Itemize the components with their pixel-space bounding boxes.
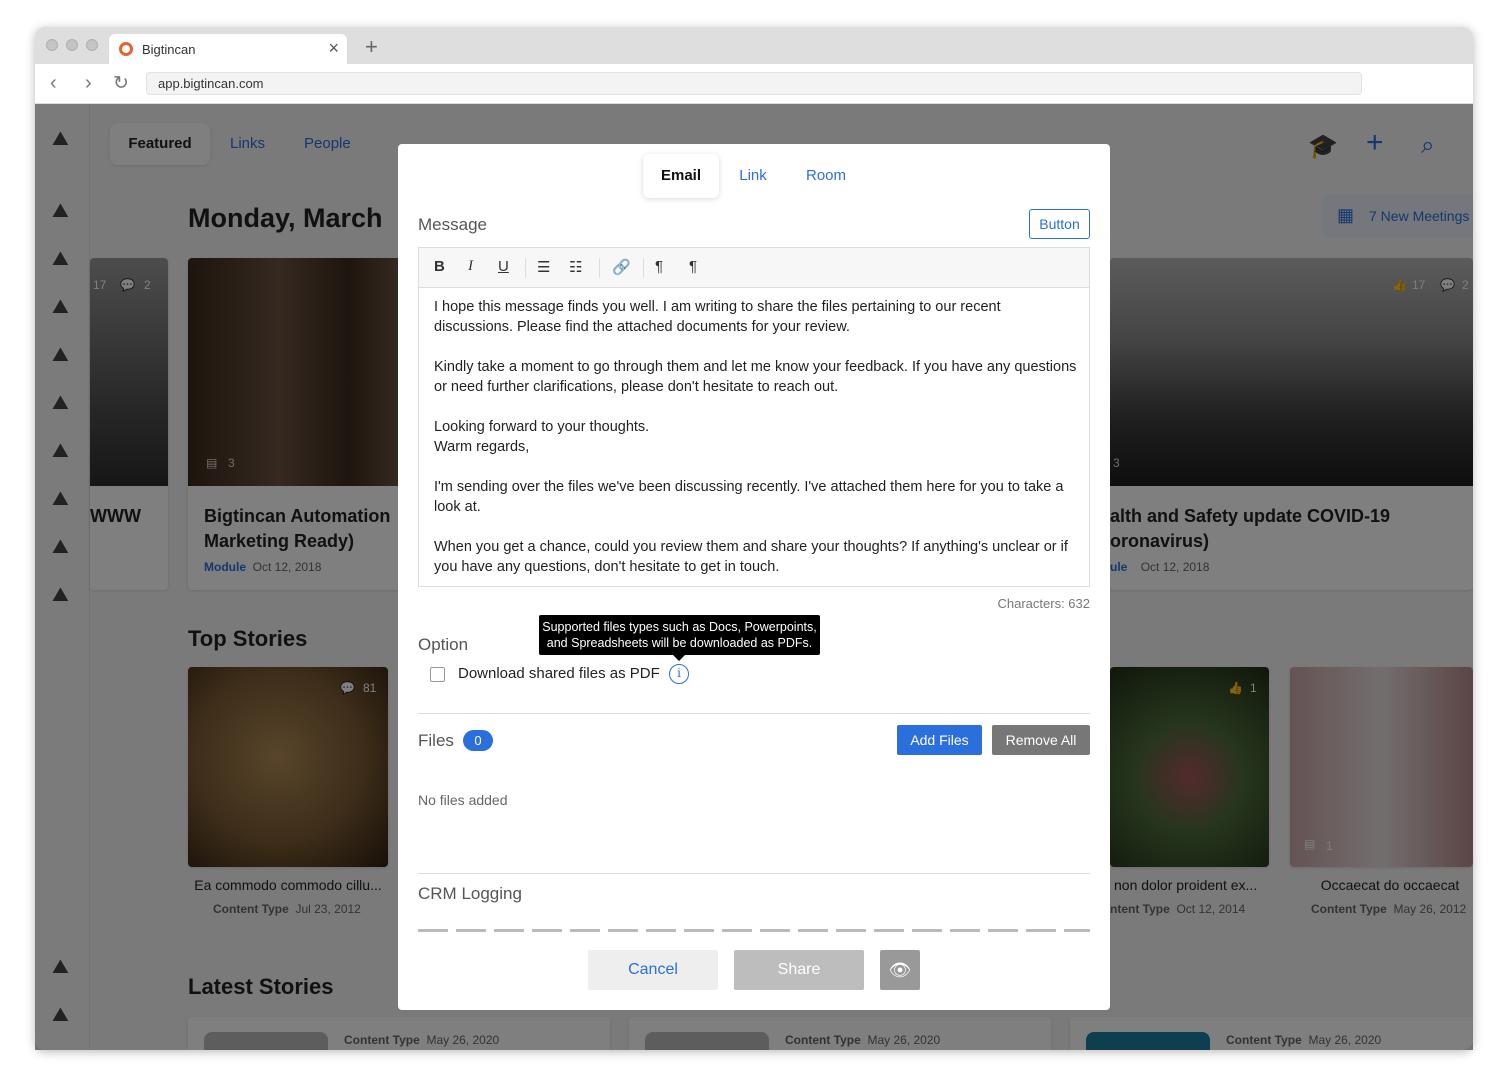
- browser-tabstrip: Bigtincan × +: [35, 27, 1473, 64]
- template-button[interactable]: Button: [1029, 209, 1090, 239]
- tab-room[interactable]: Room: [798, 154, 854, 198]
- info-icon[interactable]: i: [669, 664, 689, 684]
- editor-toolbar: B I U ☰ ☷ 🔗 ¶ ¶: [419, 248, 1089, 288]
- message-body[interactable]: I hope this message finds you well. I am…: [434, 297, 1079, 597]
- remove-all-button[interactable]: Remove All: [992, 725, 1090, 755]
- tab-title: Bigtincan: [142, 41, 196, 57]
- pdf-checkbox[interactable]: [430, 667, 445, 682]
- message-paragraph: I'm sending over the files we've been di…: [434, 479, 1064, 515]
- rtl-paragraph-icon[interactable]: ¶: [689, 258, 697, 275]
- reload-icon[interactable]: ↻: [113, 72, 129, 95]
- no-files-text: No files added: [418, 792, 508, 808]
- underline-button[interactable]: U: [498, 258, 509, 275]
- toolbar-divider: [643, 258, 644, 278]
- numbered-list-icon[interactable]: ☷: [569, 258, 582, 276]
- forward-icon[interactable]: ›: [85, 72, 92, 95]
- add-files-button[interactable]: Add Files: [897, 725, 982, 755]
- cancel-button[interactable]: Cancel: [588, 950, 718, 990]
- address-bar[interactable]: app.bigtincan.com: [146, 72, 1362, 95]
- option-label: Option: [418, 635, 469, 654]
- browser-tab[interactable]: Bigtincan ×: [109, 34, 347, 64]
- message-line: Looking forward to your thoughts.: [434, 419, 650, 435]
- window-minimize-dot[interactable]: [66, 39, 78, 51]
- share-modal: Email Link Room Message Button B I U ☰ ☷…: [398, 144, 1110, 1010]
- character-count: Characters: 632: [997, 596, 1091, 611]
- back-icon[interactable]: ‹: [50, 72, 57, 95]
- tab-email[interactable]: Email: [643, 154, 719, 198]
- bigtincan-favicon-icon: [119, 42, 133, 56]
- pdf-tooltip: Supported files types such as Docs, Powe…: [539, 615, 820, 661]
- files-label: Files: [418, 731, 454, 750]
- divider: [418, 713, 1090, 714]
- message-paragraph: I hope this message finds you well. I am…: [434, 299, 1001, 335]
- message-paragraph: When you get a chance, could you review …: [434, 539, 1068, 575]
- bold-button[interactable]: B: [434, 258, 445, 275]
- pdf-checkbox-label[interactable]: Download shared files as PDF: [458, 665, 660, 682]
- browser-toolbar: ‹ › ↻ app.bigtincan.com: [35, 64, 1473, 104]
- new-tab-icon[interactable]: +: [365, 34, 378, 60]
- tab-link[interactable]: Link: [728, 154, 778, 198]
- preview-eye-icon[interactable]: 👁: [880, 950, 920, 990]
- crm-logging-description: [418, 926, 1090, 932]
- share-button[interactable]: Share: [734, 950, 864, 990]
- italic-button[interactable]: I: [468, 258, 473, 275]
- message-label: Message: [418, 215, 487, 234]
- window-close-dot[interactable]: [46, 39, 58, 51]
- toolbar-divider: [525, 258, 526, 278]
- tab-close-icon[interactable]: ×: [328, 38, 339, 59]
- message-editor[interactable]: B I U ☰ ☷ 🔗 ¶ ¶ I hope this message find…: [418, 247, 1090, 587]
- message-paragraph: Kindly take a moment to go through them …: [434, 359, 1077, 395]
- link-icon[interactable]: 🔗: [612, 258, 631, 276]
- window-zoom-dot[interactable]: [86, 39, 98, 51]
- files-count-badge: 0: [463, 730, 493, 751]
- bullet-list-icon[interactable]: ☰: [537, 258, 550, 276]
- crm-logging-label: CRM Logging: [418, 884, 522, 903]
- toolbar-divider: [599, 258, 600, 278]
- message-line: Warm regards,: [434, 439, 530, 455]
- ltr-paragraph-icon[interactable]: ¶: [655, 258, 663, 275]
- divider: [418, 873, 1090, 874]
